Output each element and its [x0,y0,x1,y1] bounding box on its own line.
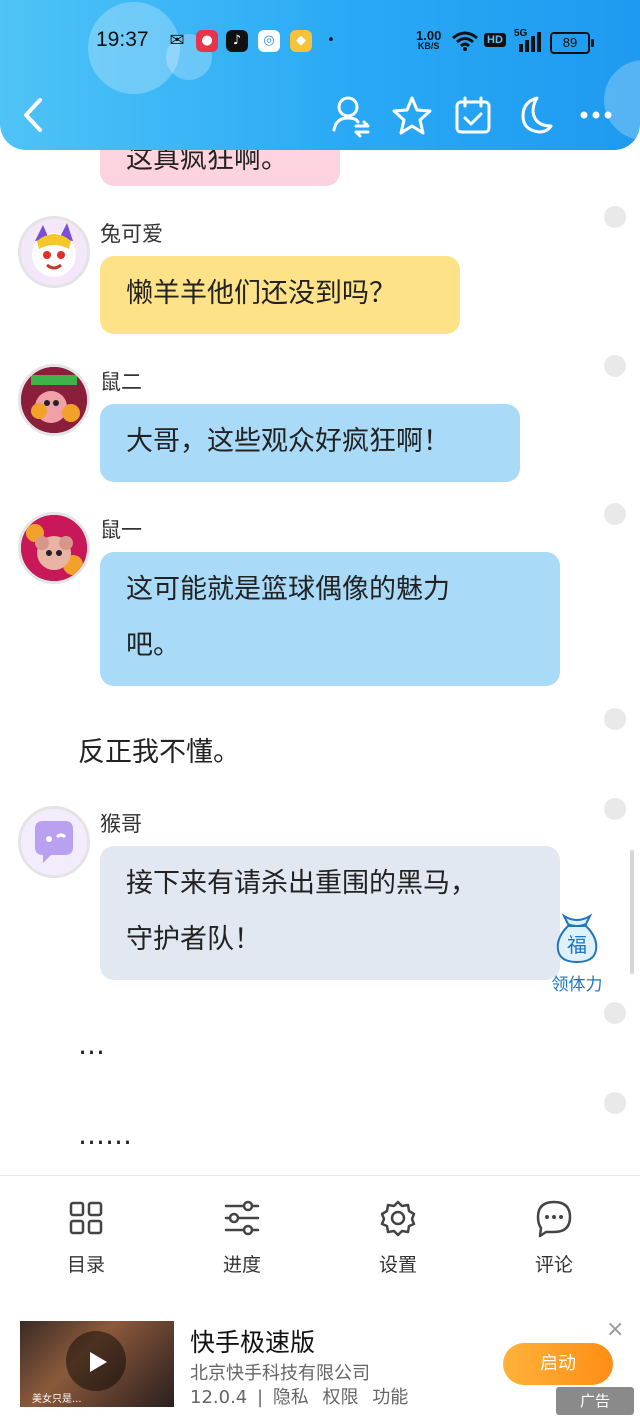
avatar[interactable] [18,216,90,288]
bottom-nav: 目录 进度 设置 评论 [0,1175,640,1304]
nav-label: 设置 [378,1254,417,1276]
nav-item-settings[interactable]: 设置 [338,1198,458,1277]
tiktok-icon: ♪ [226,30,248,52]
speaker-name: 兔可爱 [100,222,163,246]
comment-dot[interactable] [604,1002,626,1024]
comment-icon [536,1200,572,1238]
status-time: 19:37 [96,28,149,51]
svg-text:福: 福 [567,933,587,957]
ad-privacy-link[interactable]: 隐私 [273,1387,309,1408]
ad-launch-button[interactable]: 启动 [503,1343,613,1385]
reward-button[interactable]: 福 领体力 [546,910,608,995]
ad-title: 快手极速版 [190,1328,316,1357]
wechat-icon: ✉ [169,30,185,51]
more-notifications-icon: • [327,33,335,48]
comment-dot[interactable] [604,1092,626,1114]
speaker-name: 鼠一 [100,518,142,542]
chat-area[interactable]: 这真疯狂啊。 兔可爱 懒羊羊他们还没到吗？ 鼠二 大哥，这些观众好疯狂啊！ 鼠一… [0,0,640,1175]
ad-features-link[interactable]: 功能 [372,1387,408,1408]
comment-dot[interactable] [604,798,626,820]
ad-thumb-caption: 美女只是... [32,1394,82,1405]
rat-avatar-icon [21,367,87,433]
nav-item-progress[interactable]: 进度 [182,1198,302,1277]
comment-dot[interactable] [604,503,626,525]
ad-banner[interactable]: 美女只是... 快手极速版 北京快手科技有限公司 12.0.4 | 隐私 权限 … [0,1303,640,1423]
rat-avatar-icon [21,515,87,581]
comment-dot[interactable] [604,355,626,377]
scrollbar[interactable] [630,850,634,974]
header-bar: 19:37 ✉ ● ♪ ◎ ◆ • 1.00 KB/S HD 5G 89 [0,0,640,150]
nav-label: 进度 [222,1254,261,1276]
status-bar: 19:37 ✉ ● ♪ ◎ ◆ • 1.00 KB/S HD 5G 89 [0,24,640,60]
bunny-avatar-icon [32,223,76,277]
avatar[interactable] [18,512,90,584]
comment-dot[interactable] [604,206,626,228]
nav-item-contents[interactable]: 目录 [26,1198,146,1277]
narration-text: 反正我不懂。 [78,737,240,768]
user-switch-icon [332,96,370,138]
sliders-icon [224,1200,260,1236]
battery-indicator: 89 [550,32,594,54]
app-badge-icon: ● [196,30,218,52]
nav-label: 目录 [66,1254,105,1276]
night-mode-button[interactable] [511,92,557,138]
favorite-button[interactable] [389,92,435,138]
comment-dot[interactable] [604,708,626,730]
calendar-check-icon [455,96,491,134]
back-button[interactable] [12,92,58,138]
star-icon [392,96,432,135]
moon-icon [521,96,553,134]
signal-icon [519,32,541,52]
message-bubble: 这可能就是篮球偶像的魅力 吧。 [100,552,560,686]
ad-thumbnail[interactable]: 美女只是... [20,1321,174,1407]
lucky-bag-icon: 福 [556,913,598,964]
nav-item-comments[interactable]: 评论 [494,1198,614,1277]
ad-close-button[interactable]: × [606,1317,624,1342]
speaker-name: 猴哥 [100,812,142,836]
avatar[interactable] [18,806,90,878]
browser-icon: ◎ [258,30,280,52]
ad-separator: | [257,1387,264,1408]
speaker-name: 鼠二 [100,370,142,394]
switch-character-button[interactable] [328,92,374,138]
message-bubble: 接下来有请杀出重围的黑马， 守护者队！ [100,846,560,980]
back-arrow-icon [24,98,42,132]
narration-text: … [78,1030,105,1061]
checkin-button[interactable] [450,92,496,138]
narration-text: …… [78,1120,132,1151]
avatar[interactable] [18,364,90,436]
nav-label: 评论 [534,1254,573,1276]
grid-icon [69,1201,103,1235]
wifi-icon [452,31,478,51]
play-icon [90,1352,107,1372]
coupon-icon: ◆ [290,30,312,52]
hd-icon: HD [484,33,506,47]
ad-permissions-link[interactable]: 权限 [323,1387,359,1408]
more-button[interactable] [574,92,620,138]
ad-tag: 广告 [556,1387,634,1415]
ad-company: 北京快手科技有限公司 [190,1363,370,1384]
gear-icon [380,1200,416,1237]
chat-bubble-avatar-icon [21,809,87,875]
message-bubble: 大哥，这些观众好疯狂啊！ [100,404,520,482]
reward-label: 领体力 [551,975,603,995]
more-icon [580,111,612,119]
net-speed: 1.00 KB/S [416,28,442,51]
ad-version: 12.0.4 [190,1387,248,1408]
ad-meta: 12.0.4 | 隐私 权限 功能 [190,1383,408,1409]
message-bubble: 懒羊羊他们还没到吗？ [100,256,460,334]
